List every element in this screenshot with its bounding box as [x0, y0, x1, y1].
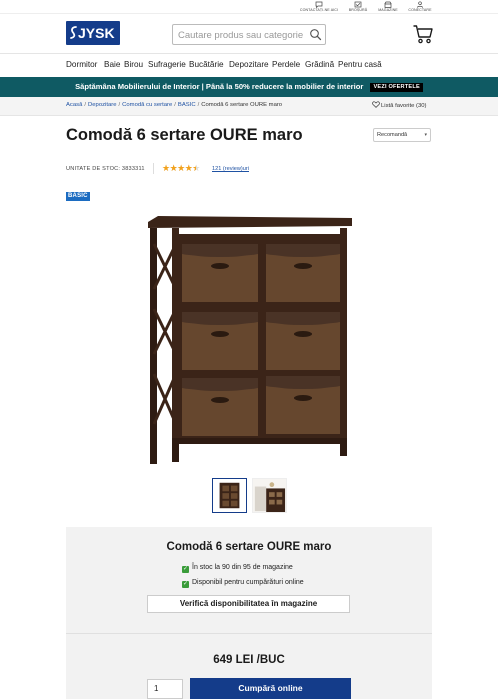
- product-title: Comodă 6 sertare OURE maro: [66, 126, 303, 144]
- search-input[interactable]: [173, 26, 303, 45]
- checkmark-icon: ✓: [182, 581, 189, 588]
- price: 649 LEI /BUC: [213, 654, 285, 666]
- login-link[interactable]: CONECTARE: [400, 1, 440, 12]
- contact-label: CONTACTAȚI-NE AICI: [299, 8, 339, 12]
- logo-text: JYSK: [78, 25, 115, 41]
- stock-status-text: În stoc la 90 din 95 de magazine: [192, 564, 293, 571]
- thumbnail-1[interactable]: [212, 478, 247, 513]
- user-icon: [400, 1, 440, 8]
- utility-bar: CONTACTAȚI-NE AICI BROȘURĂ MAGAZINE CONE…: [0, 0, 498, 14]
- sort-select[interactable]: Recomandă ▾: [373, 128, 431, 142]
- thumbnail-2[interactable]: [252, 478, 287, 513]
- chat-icon: [299, 1, 339, 9]
- jysk-logo[interactable]: JYSK: [66, 21, 120, 45]
- purchase-panel: Comodă 6 sertare OURE maro ✓ În stoc la 9…: [66, 527, 432, 699]
- panel-divider: [66, 633, 432, 634]
- online-status: ✓ Disponibil pentru cumpărături online: [182, 579, 304, 588]
- nav-item-perdele[interactable]: Perdele: [272, 60, 300, 69]
- breadcrumb-comoda[interactable]: Comodă cu sertare: [122, 102, 172, 108]
- promo-text: Săptămâna Mobilierului de Interior | Pân…: [75, 82, 364, 91]
- nav-item-bucatarie[interactable]: Bucătărie: [189, 60, 224, 69]
- brochure-label: BROȘURĂ: [348, 8, 368, 12]
- promo-banner[interactable]: Săptămâna Mobilierului de Interior | Pân…: [0, 77, 498, 97]
- contact-link[interactable]: CONTACTAȚI-NE AICI: [299, 1, 339, 12]
- panel-product-title: Comodă 6 sertare OURE maro: [166, 541, 332, 553]
- product-image[interactable]: [146, 214, 356, 466]
- basic-badge: BASIC: [66, 192, 90, 201]
- search-icon[interactable]: [309, 28, 322, 41]
- site-header: JYSK: [0, 14, 498, 54]
- breadcrumb: Acasă / Depozitare / Comodă cu sertare / BASIC…: [66, 102, 283, 108]
- stores-label: MAGAZINE: [378, 8, 398, 12]
- promo-button[interactable]: VEZI OFERTELE: [370, 83, 423, 92]
- nav-item-sufragerie[interactable]: Sufragerie: [148, 60, 186, 69]
- breadcrumb-current: Comodă 6 sertare OURE maro: [201, 102, 283, 108]
- nav-item-depozitare[interactable]: Depozitare: [229, 60, 269, 69]
- chevron-down-icon: ▾: [424, 132, 427, 138]
- nav-item-birou[interactable]: Birou: [124, 60, 143, 69]
- nav-item-dormitor[interactable]: Dormitor: [66, 60, 97, 69]
- logo-mark-icon: [70, 26, 77, 39]
- breadcrumb-home[interactable]: Acasă: [66, 102, 82, 108]
- nav-item-pentru-casa[interactable]: Pentru casă: [338, 60, 382, 69]
- rating-stars-fill: ★★★★★: [162, 163, 196, 173]
- reviews-link[interactable]: 121 (review)uri: [212, 166, 249, 172]
- breadcrumb-bar: Acasă / Depozitare / Comodă cu sertare / BASIC…: [0, 97, 498, 116]
- rating-stars[interactable]: ★★★★★ ★★★★★: [162, 163, 200, 174]
- login-label: CONECTARE: [408, 8, 432, 12]
- online-status-text: Disponibil pentru cumpărături online: [192, 579, 304, 586]
- breadcrumb-depozitare[interactable]: Depozitare: [88, 102, 117, 108]
- quantity-input[interactable]: 1: [147, 679, 183, 699]
- breadcrumb-basic[interactable]: BASIC: [178, 102, 196, 108]
- nav-item-gradina[interactable]: Grădină: [305, 60, 334, 69]
- main-nav: Dormitor Baie Birou Sufragerie Bucătărie…: [0, 54, 498, 76]
- sort-select-label: Recomandă: [377, 132, 408, 138]
- search-box: [172, 24, 326, 45]
- checkmark-icon: ✓: [182, 566, 189, 573]
- divider: [153, 163, 154, 174]
- heart-icon: [372, 101, 380, 108]
- check-availability-button[interactable]: Verifică disponibilitatea în magazine: [147, 595, 350, 613]
- cart-icon[interactable]: [412, 23, 434, 45]
- buy-online-button[interactable]: Cumpără online: [190, 678, 351, 699]
- sku-label: UNITATE DE STOC: 3833311: [66, 166, 145, 172]
- favorites-link[interactable]: Listă favorite (30): [372, 101, 427, 109]
- nav-item-baie[interactable]: Baie: [104, 60, 120, 69]
- stock-status: ✓ În stoc la 90 din 95 de magazine: [182, 564, 293, 573]
- favorites-label: Listă favorite (30): [381, 103, 427, 109]
